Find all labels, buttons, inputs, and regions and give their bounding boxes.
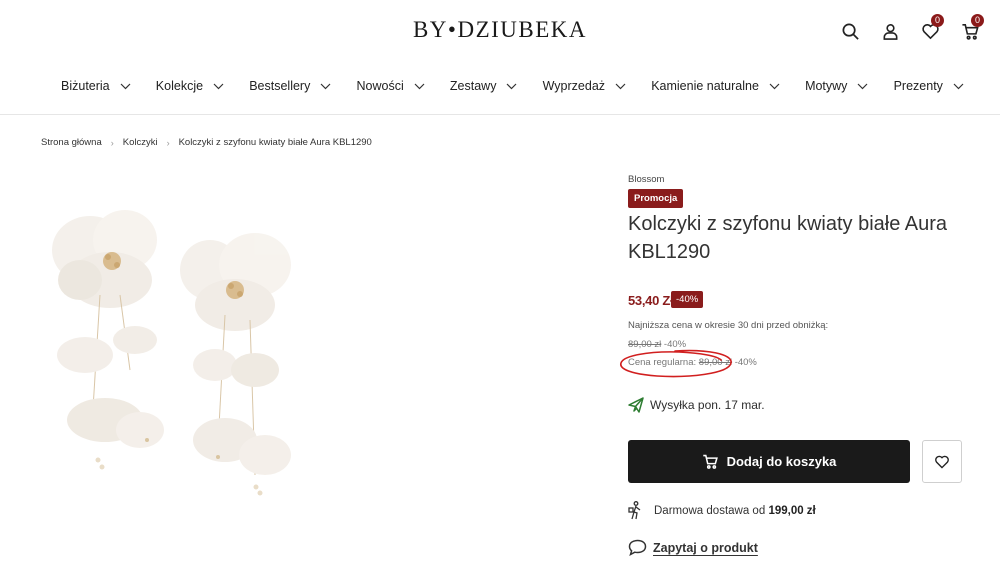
shipping-text: Wysyłka pon. 17 mar.: [650, 398, 765, 412]
breadcrumb: Strona główna › Kolczyki › Kolczyki z sz…: [41, 137, 372, 148]
chevron-down-icon: [769, 83, 780, 89]
nav-label: Zestawy: [449, 79, 497, 93]
nav-label: Bestsellery: [249, 79, 311, 93]
free-delivery-info: Darmowa dostawa od 199,00 zł: [628, 501, 816, 520]
chat-bubble-icon: [628, 539, 647, 556]
free-delivery-text: Darmowa dostawa od 199,00 zł: [654, 504, 816, 517]
add-to-cart-label: Dodaj do koszyka: [726, 454, 837, 469]
nav-label: Kolekcje: [155, 79, 204, 93]
cart-icon: [702, 454, 718, 469]
cart-button[interactable]: 0: [950, 14, 990, 44]
nav-item-motywy[interactable]: Motywy: [805, 68, 868, 104]
nav-item-prezenty[interactable]: Prezenty: [894, 68, 964, 104]
nav-item-nowosci[interactable]: Nowości: [357, 68, 425, 104]
nav-item-kolekcje[interactable]: Kolekcje: [156, 68, 224, 104]
breadcrumb-category[interactable]: Kolczyki: [123, 137, 158, 148]
nav-label: Nowości: [356, 79, 404, 93]
nav-item-bestsellery[interactable]: Bestsellery: [249, 68, 331, 104]
chevron-down-icon: [858, 83, 868, 89]
nav-item-zestawy[interactable]: Zestawy: [450, 68, 518, 104]
product-image[interactable]: [40, 195, 320, 505]
chevron-down-icon: [507, 83, 517, 89]
add-to-wishlist-button[interactable]: [922, 440, 962, 483]
wishlist-count-badge: 0: [931, 14, 944, 27]
breadcrumb-separator-icon: ›: [166, 137, 170, 148]
search-button[interactable]: [830, 18, 870, 44]
add-to-cart-button[interactable]: Dodaj do koszyka: [628, 440, 910, 483]
nav-label: Prezenty: [893, 79, 943, 93]
chevron-down-icon: [953, 83, 964, 89]
account-button[interactable]: [870, 18, 910, 44]
site-header: BY•DZIUBEKA 0 0: [0, 0, 1000, 62]
nav-item-bizuteria[interactable]: Biżuteria: [61, 68, 131, 104]
lowest-price-label: Najniższa cena w okresie 30 dni przed ob…: [628, 320, 829, 331]
red-annotation-circle: [620, 349, 732, 378]
current-price: 53,40 Zł: [628, 293, 674, 308]
user-icon: [883, 23, 897, 40]
nav-divider: [0, 114, 1000, 115]
nav-label: Biżuteria: [61, 79, 110, 93]
shipping-info: Wysyłka pon. 17 mar.: [628, 397, 765, 413]
right-earring-illustration: [180, 233, 291, 496]
product-brand[interactable]: Blossom: [628, 174, 664, 185]
main-nav: Biżuteria Kolekcje Bestsellery Nowości Z…: [0, 68, 1000, 104]
ask-about-product-label: Zapytaj o produkt: [653, 540, 758, 555]
nav-label: Motywy: [805, 79, 848, 93]
chevron-down-icon: [615, 83, 626, 89]
wishlist-button[interactable]: 0: [910, 14, 950, 44]
chevron-down-icon: [320, 83, 331, 89]
chevron-down-icon: [120, 83, 131, 89]
breadcrumb-home[interactable]: Strona główna: [41, 137, 102, 148]
nav-item-wyprzedaz[interactable]: Wyprzedaż: [543, 68, 626, 104]
cart-count-badge: 0: [971, 14, 984, 27]
regular-price-discount: -40%: [734, 357, 757, 368]
ask-about-product-link[interactable]: Zapytaj o produkt: [628, 539, 758, 556]
search-icon: [842, 23, 859, 40]
header-icons: 0 0: [830, 14, 990, 44]
product-title: Kolczyki z szyfonu kwiaty białe Aura KBL…: [628, 213, 948, 263]
breadcrumb-separator-icon: ›: [110, 137, 114, 148]
delivery-person-icon: [628, 501, 641, 520]
promo-badge: Promocja: [628, 189, 684, 208]
paper-plane-icon: [628, 397, 644, 413]
heart-icon: [935, 455, 949, 469]
nav-item-kamienie-naturalne[interactable]: Kamienie naturalne: [651, 68, 780, 104]
nav-label: Kamienie naturalne: [651, 79, 759, 93]
chevron-down-icon: [213, 83, 224, 89]
chevron-down-icon: [414, 83, 425, 89]
nav-label: Wyprzedaż: [542, 79, 606, 93]
breadcrumb-current: Kolczyki z szyfonu kwiaty białe Aura KBL…: [178, 137, 372, 148]
discount-badge: -40%: [671, 291, 704, 308]
left-earring-illustration: [52, 210, 164, 470]
